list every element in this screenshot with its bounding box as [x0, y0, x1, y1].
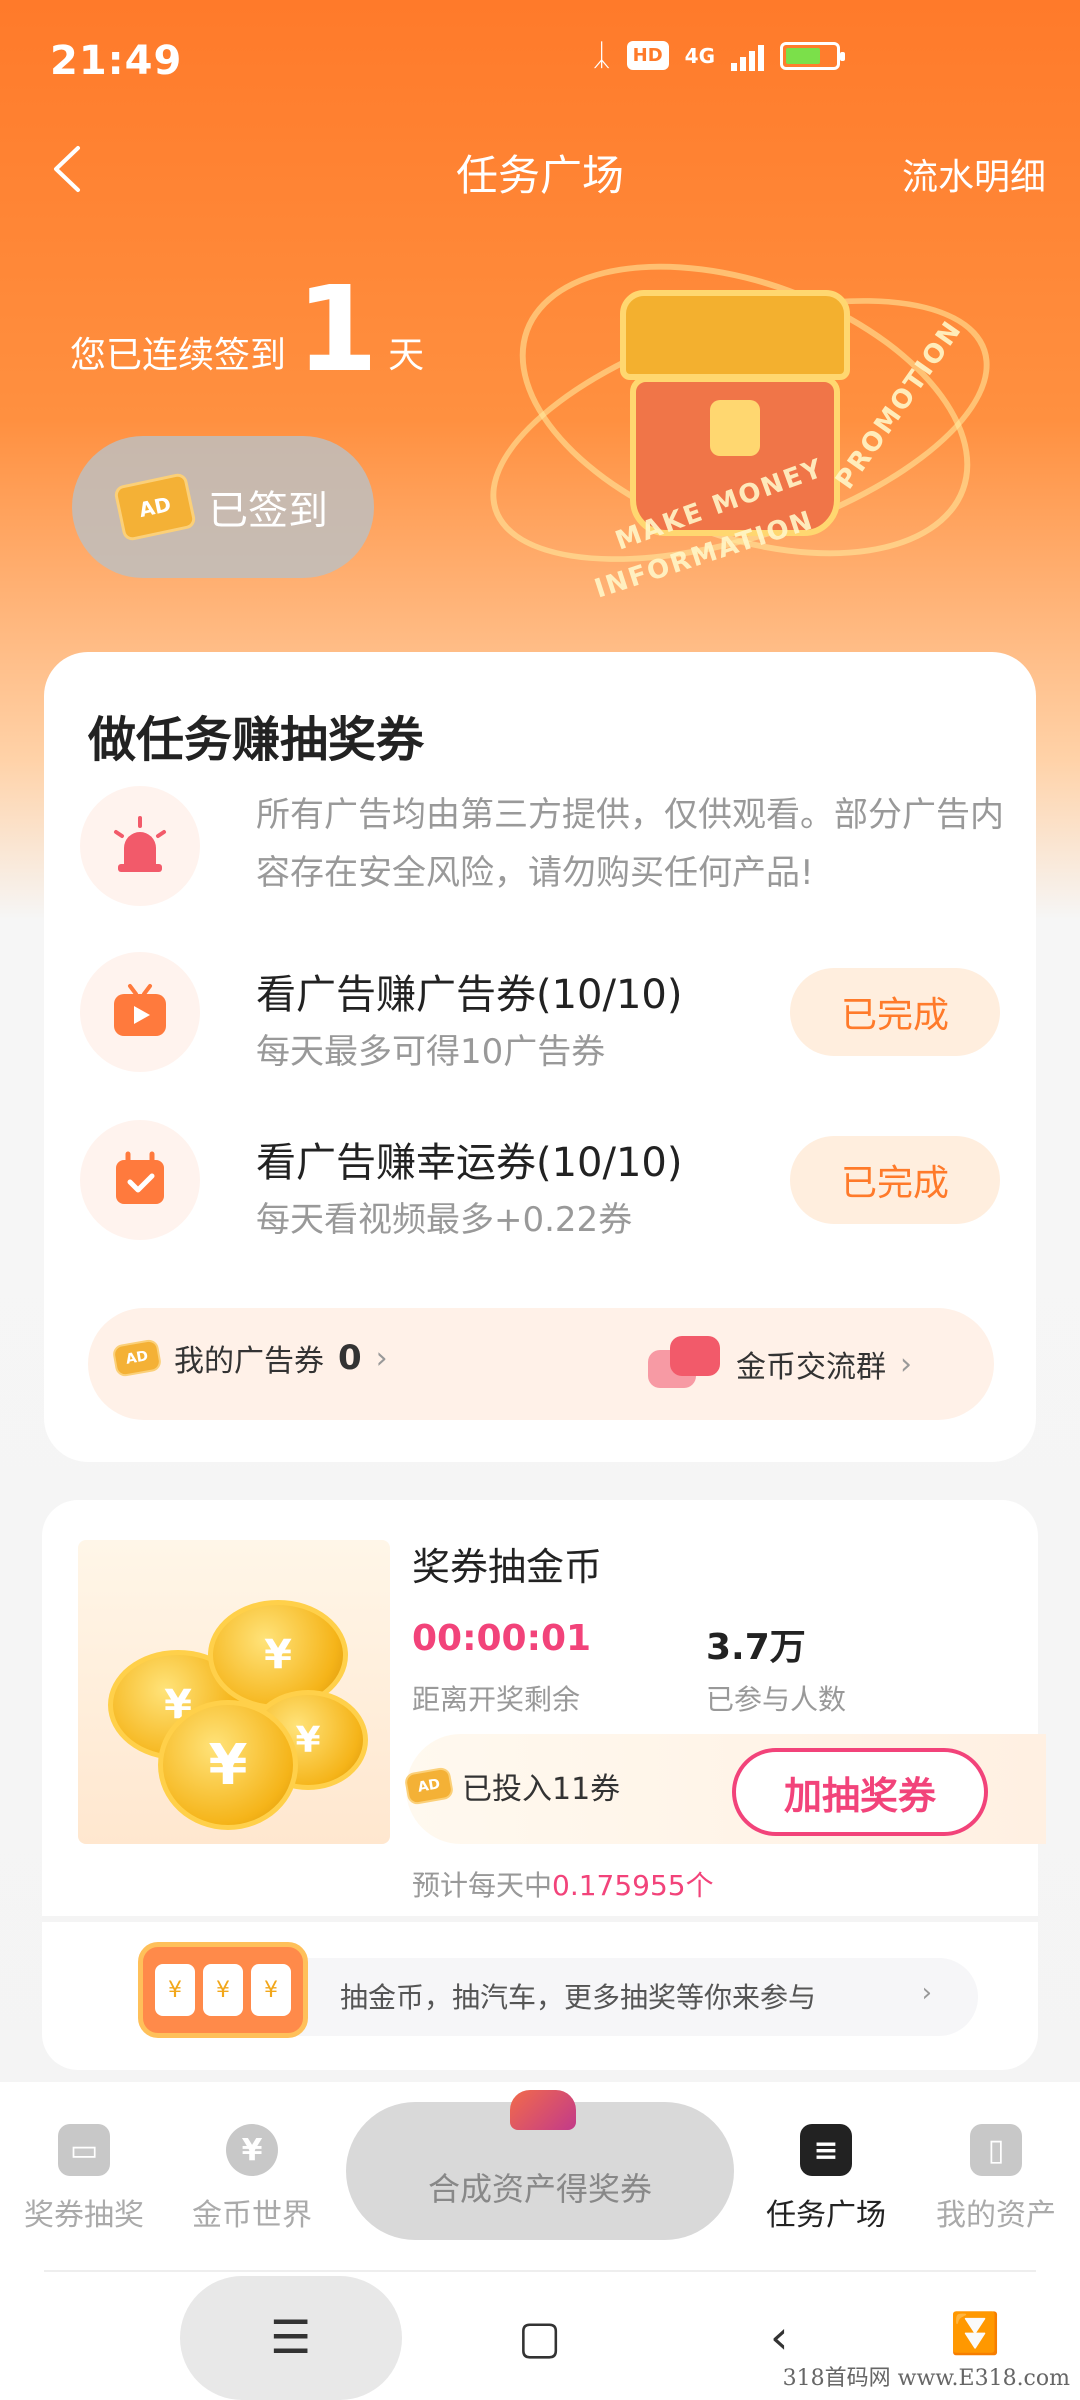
my-ad-tickets-label: 我的广告券 — [174, 1344, 324, 1379]
more-lotteries-text: 抽金币，抽汽车，更多抽奖等你来参与 — [340, 1981, 817, 2014]
coin-group-label: 金币交流群 — [736, 1350, 886, 1385]
transaction-details-link[interactable]: 流水明细 — [902, 148, 1046, 200]
ad-ticket-icon: AD — [112, 471, 198, 543]
chevron-right-icon: › — [921, 1978, 932, 2008]
ad-ticket-icon: AD — [403, 1766, 455, 1806]
alarm-icon — [80, 786, 200, 906]
task-subtitle: 每天最多可得10广告券 — [256, 1032, 606, 1072]
signed-in-label: 已签到 — [208, 488, 328, 534]
status-icons: ᛣ HD 4G — [592, 38, 845, 73]
task-row-ad-tickets: 看广告赚广告券(10/10) 每天最多可得10广告券 已完成 — [80, 952, 1000, 1092]
treasure-chest-illustration: MAKE MONEY INFORMATION PROMOTION — [458, 207, 1022, 620]
tab-ticket-lottery[interactable]: ▭ 奖券抽奖 — [14, 2124, 154, 2234]
invested-label: 已投入11券 — [462, 1772, 621, 1807]
tab-label: 任务广场 — [766, 2198, 886, 2233]
task-title: 看广告赚广告券(10/10) — [256, 972, 683, 1018]
checkin-summary: 您已连续签到 1 天 — [70, 270, 424, 388]
bluetooth-icon: ᛣ — [592, 38, 611, 73]
tab-label: 金币世界 — [192, 2198, 312, 2233]
yen-icon: ¥ — [226, 2124, 278, 2176]
more-lotteries-banner[interactable]: ¥ ¥ ¥ 抽金币，抽汽车，更多抽奖等你来参与 › — [138, 1942, 978, 2038]
daily-estimate: 预计每天中0.175955个 — [412, 1864, 714, 1904]
tab-label: 奖券抽奖 — [24, 2198, 144, 2233]
battery-icon — [780, 41, 845, 70]
hd-icon: HD — [626, 41, 669, 70]
my-ad-tickets-link[interactable]: AD 我的广告券 0 › — [111, 1336, 388, 1380]
task-completed-button[interactable]: 已完成 — [790, 1136, 1000, 1224]
status-bar: 21:49 ᛣ HD 4G — [0, 0, 1080, 126]
ticket-links-bar: AD 我的广告券 0 › 金币交流群 › — [88, 1308, 994, 1420]
chat-bubbles-icon — [648, 1336, 722, 1392]
gift-icon: ▭ — [58, 2124, 110, 2176]
clock: 21:49 — [50, 38, 183, 84]
tv-icon — [80, 952, 200, 1072]
wallet-icon: ▯ — [970, 2124, 1022, 2176]
home-square-icon[interactable]: ▢ — [518, 2310, 561, 2364]
countdown-label: 距离开奖剩余 — [412, 1683, 581, 1716]
participants-count: 3.7万 — [706, 1627, 806, 1668]
bottom-tab-bar: ▭ 奖券抽奖 ¥ 金币世界 合成资产得奖券 ≡ 任务广场 ▯ 我的资产 — [0, 2082, 1080, 2272]
lottery-title: 奖券抽金币 — [412, 1545, 603, 1589]
tab-label: 合成资产得奖券 — [427, 2170, 652, 2208]
task-row-lucky-tickets: 看广告赚幸运券(10/10) 每天看视频最多+0.22券 已完成 — [80, 1120, 1000, 1260]
participants-label: 已参与人数 — [706, 1683, 847, 1716]
task-title: 看广告赚幸运券(10/10) — [256, 1140, 683, 1186]
chevron-right-icon: › — [900, 1346, 912, 1382]
calendar-check-icon — [80, 1120, 200, 1240]
chevron-right-icon: › — [375, 1340, 388, 1376]
tab-my-assets[interactable]: ▯ 我的资产 — [926, 2124, 1066, 2234]
countdown-timer: 00:00:01 — [412, 1618, 592, 1659]
slot-machine-icon: ¥ ¥ ¥ — [138, 1942, 308, 2038]
signed-in-button[interactable]: AD 已签到 — [72, 436, 374, 578]
tab-task-square[interactable]: ≡ 任务广场 — [756, 2124, 896, 2234]
divider — [42, 1916, 1038, 1922]
checkin-suffix: 天 — [388, 335, 425, 376]
ad-ticket-icon: AD — [111, 1338, 163, 1378]
network-label: 4G — [684, 43, 715, 68]
notice-text: 所有广告均由第三方提供，仅供观看。部分广告内容存在安全风险，请勿购买任何产品! — [256, 795, 1004, 893]
signal-icon — [731, 41, 764, 71]
navigation-bar: 任务广场 流水明细 — [0, 126, 1080, 216]
task-subtitle: 每天看视频最多+0.22券 — [256, 1200, 633, 1240]
checkin-days: 1 — [296, 260, 379, 398]
task-completed-button[interactable]: 已完成 — [790, 968, 1000, 1056]
coin-group-link[interactable]: 金币交流群 › — [648, 1336, 912, 1392]
tab-label: 我的资产 — [936, 2198, 1056, 2233]
tab-synthesize-assets[interactable]: 合成资产得奖券 — [346, 2090, 734, 2240]
back-triangle-icon[interactable]: ‹ — [770, 2310, 788, 2364]
gold-coins-image: ¥ ¥ ¥ ¥ — [78, 1540, 390, 1844]
watermark: 318首码网 www.E318.com — [782, 2366, 1070, 2391]
safety-notice: 所有广告均由第三方提供，仅供观看。部分广告内容存在安全风险，请勿购买任何产品! — [80, 786, 1004, 926]
gem-icon — [510, 2090, 576, 2130]
checkin-prefix: 您已连续签到 — [70, 335, 287, 376]
tab-coin-world[interactable]: ¥ 金币世界 — [182, 2124, 322, 2234]
task-card: 做任务赚抽奖券 所有广告均由第三方提供，仅供观看。部分广告内容存在安全风险，请勿… — [44, 652, 1036, 1462]
task-list-icon: ≡ — [800, 2124, 852, 2176]
task-card-title: 做任务赚抽奖券 — [88, 712, 425, 768]
add-ticket-button[interactable]: 加抽奖券 — [732, 1748, 988, 1836]
estimate-prefix: 预计每天中 — [412, 1869, 553, 1902]
lottery-card: ¥ ¥ ¥ ¥ 奖券抽金币 00:00:01 距离开奖剩余 3.7万 已参与人数… — [42, 1500, 1046, 2070]
system-navigation-bar: ☰ ▢ ‹ ⏬ 318首码网 www.E318.com — [0, 2272, 1080, 2400]
estimate-value: 0.175955个 — [552, 1869, 714, 1902]
assistant-icon[interactable]: ⏬ — [950, 2310, 1000, 2357]
my-ad-tickets-count: 0 — [338, 1338, 362, 1378]
menu-icon[interactable]: ☰ — [270, 2310, 311, 2364]
